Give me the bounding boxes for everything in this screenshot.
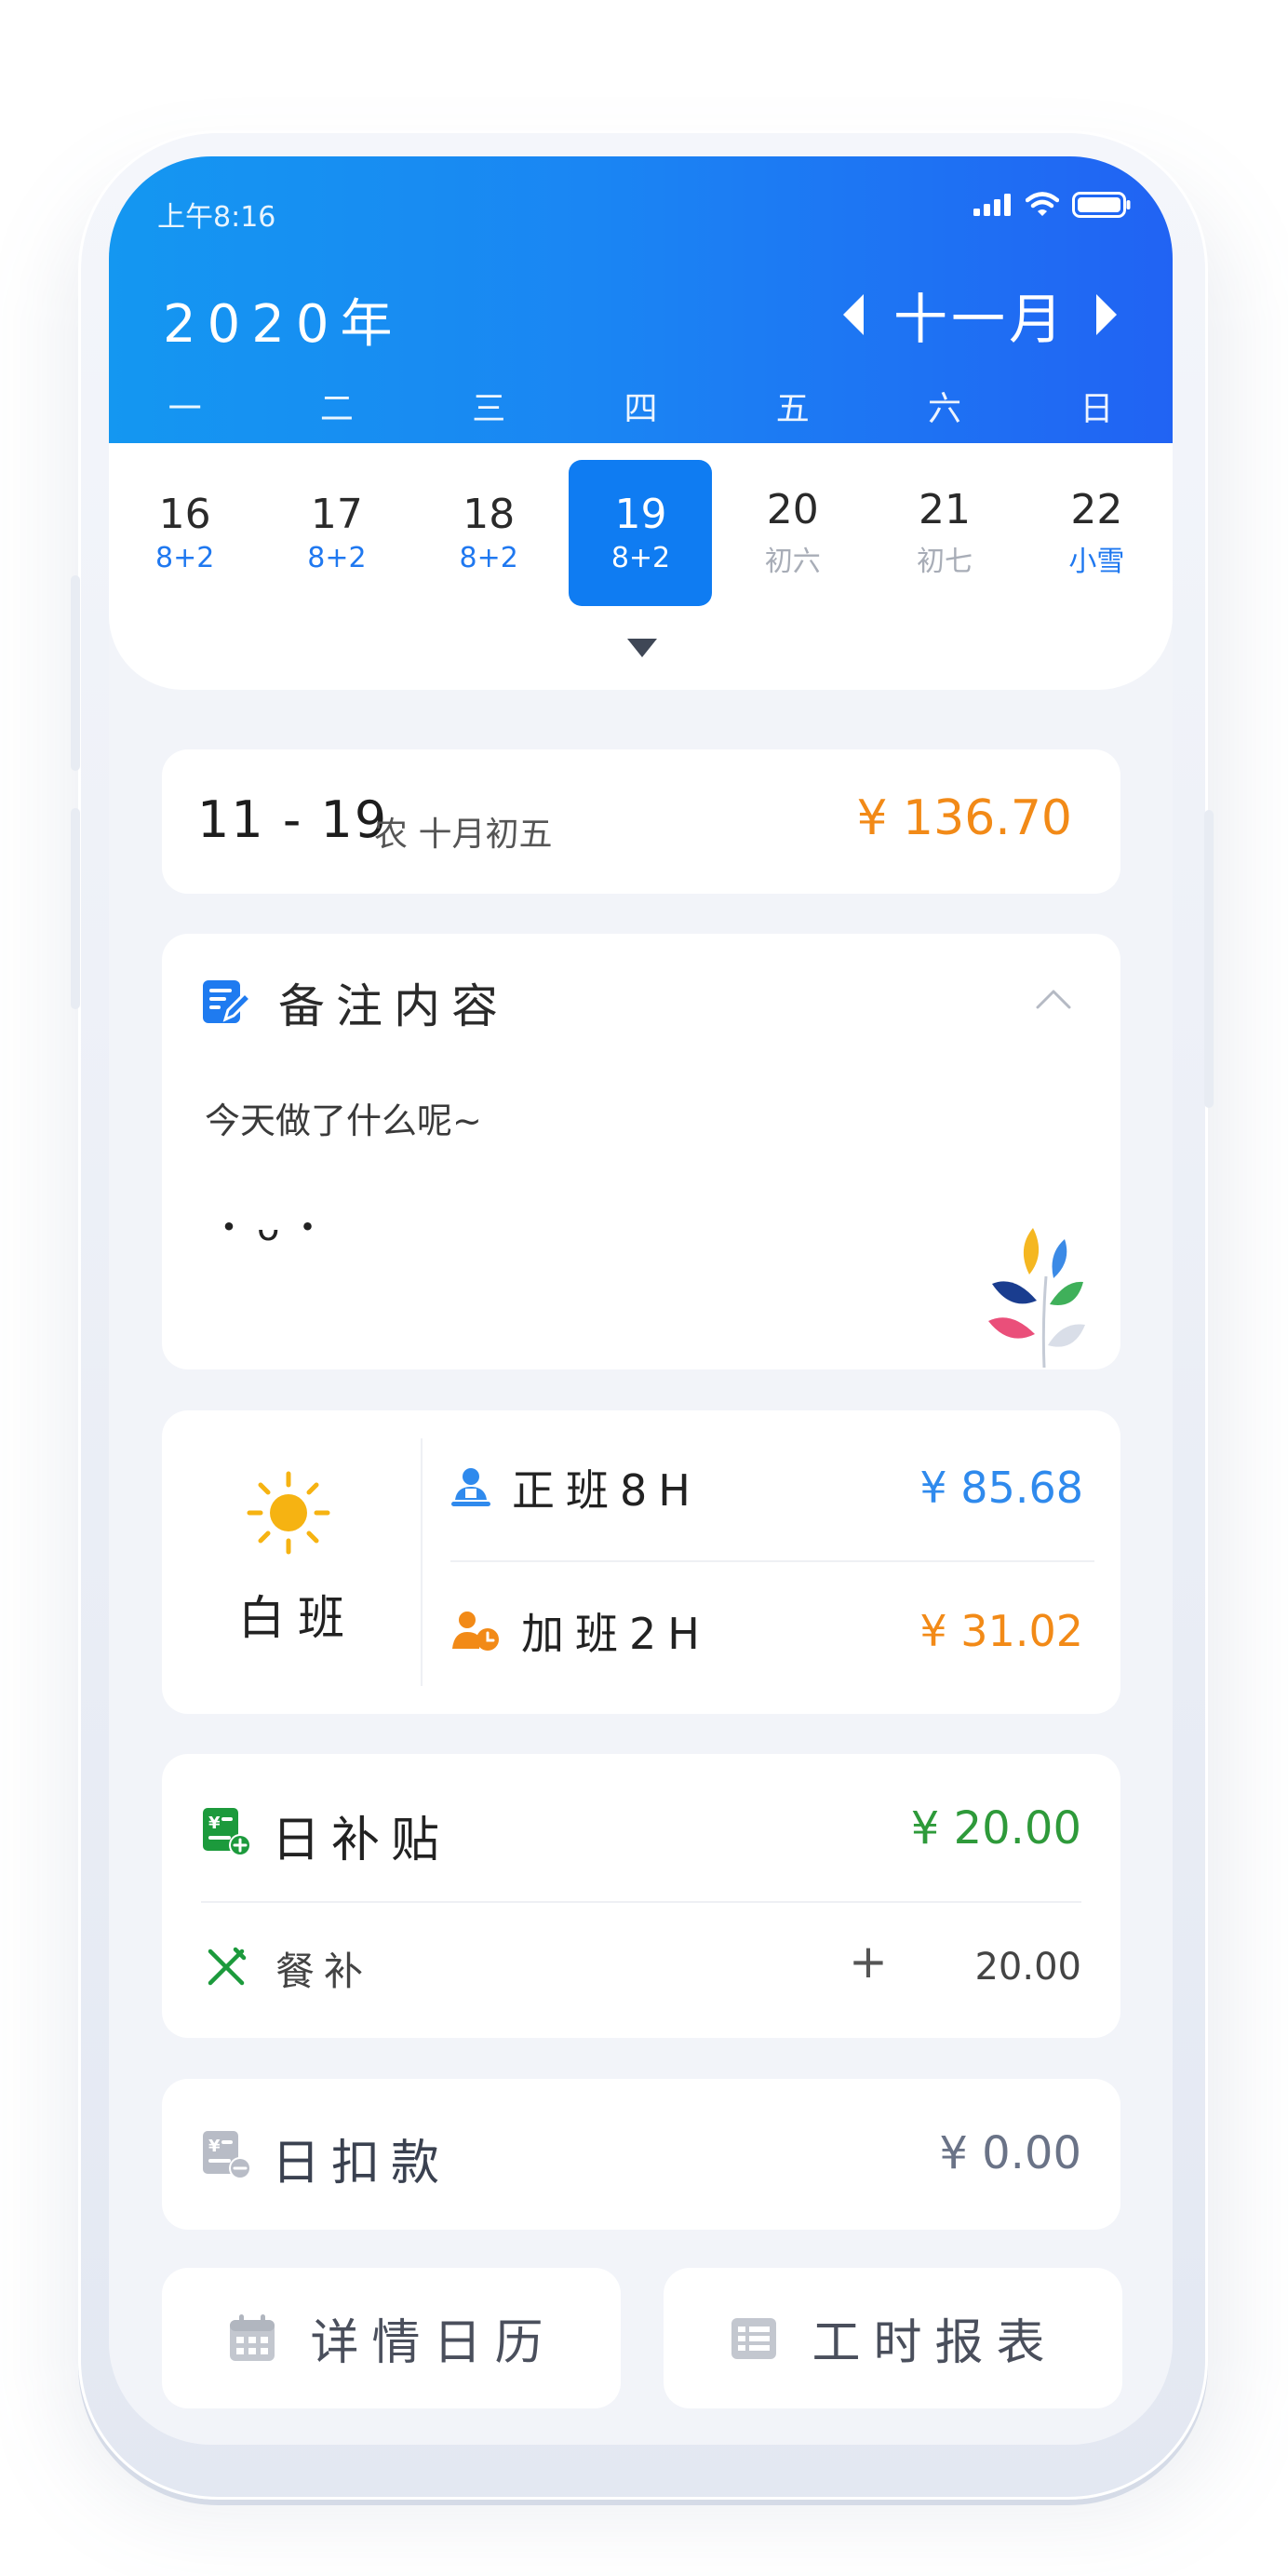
overtime-hours-row[interactable]: 加班2H ¥ 31.02 (450, 1594, 1102, 1668)
triangle-down-icon[interactable] (625, 637, 659, 659)
calendar-icon (230, 2313, 275, 2361)
volume-down-button (71, 808, 80, 1009)
date-summary-card: 11 - 19 农 十月初五 ¥ 136.70 (162, 749, 1120, 894)
chevron-up-icon[interactable] (1035, 988, 1072, 1010)
month-nav: 十一月 (839, 276, 1120, 354)
weekday-sun: 日 (1080, 390, 1114, 428)
regular-hours-amount: ¥ 85.68 (919, 1463, 1083, 1513)
month-label: 十一月 (892, 288, 1067, 351)
detail-calendar-label: 详情日历 (310, 2315, 557, 2371)
wifi-icon (1026, 192, 1059, 216)
day-shift-label: 8+2 (154, 542, 215, 575)
regular-hours-row[interactable]: 正班8H ¥ 85.68 (450, 1450, 1102, 1525)
detail-calendar-button[interactable]: 详情日历 (162, 2268, 621, 2408)
day-number: 18 (463, 490, 516, 538)
day-number: 17 (310, 490, 363, 538)
deduction-title: 日扣款 (272, 2136, 451, 2192)
note-text: 今天做了什么呢~ (205, 1100, 482, 1141)
day-solar-term-label: 小雪 (1068, 545, 1125, 578)
day-cell[interactable]: 21 初七 (868, 460, 1020, 606)
vertical-divider (421, 1438, 423, 1686)
svg-text:¥: ¥ (208, 2137, 221, 2156)
day-shift-label: 8+2 (610, 542, 671, 575)
overtime-hours-label: 加班2H (521, 1609, 711, 1659)
worker-icon (451, 1468, 490, 1506)
allowance-total: ¥ 20.00 (910, 1802, 1081, 1854)
weekday-mon: 一 (168, 390, 202, 428)
week-days: 16 8+2 17 8+2 18 8+2 19 8+2 20 初六 21 初七 … (109, 460, 1173, 606)
day-cell[interactable]: 18 8+2 (413, 460, 565, 606)
day-shift-label: 8+2 (307, 542, 367, 575)
meal-allowance-label: 餐补 (275, 1949, 373, 1994)
row-divider (450, 1560, 1094, 1562)
svg-text:¥: ¥ (208, 1814, 221, 1833)
sun-icon (247, 1471, 330, 1555)
day-cell[interactable]: 22 小雪 (1021, 460, 1173, 606)
power-button (1204, 810, 1214, 1108)
signal-icon (973, 194, 1011, 216)
shift-card[interactable]: 白班 正班8H ¥ 85.68 加班2H ¥ 31.02 (162, 1410, 1120, 1714)
battery-icon (1072, 192, 1131, 218)
deduction-minus-icon: ¥ (203, 2131, 251, 2179)
triangle-left-icon[interactable] (839, 292, 865, 337)
hours-report-button[interactable]: 工时报表 (664, 2268, 1122, 2408)
fork-knife-icon (208, 1947, 247, 1986)
status-icons (973, 192, 1132, 218)
day-total-amount: ¥ 136.70 (856, 790, 1072, 846)
day-number: 20 (766, 486, 819, 534)
weekday-wed: 三 (472, 390, 506, 428)
status-time: 上午8:16 (157, 201, 276, 234)
worker-clock-icon (452, 1612, 499, 1651)
year-label: 2020年 (163, 294, 404, 355)
daily-deduction-card[interactable]: ¥ 日扣款 ¥ 0.00 (162, 2079, 1120, 2230)
day-cell-selected[interactable]: 19 8+2 (565, 460, 717, 606)
table-list-icon (731, 2317, 777, 2359)
allowance-plus-icon: ¥ (203, 1808, 251, 1856)
day-cell[interactable]: 17 8+2 (261, 460, 412, 606)
weekday-row: 一 二 三 四 五 六 日 (109, 382, 1173, 430)
plus-sign: + (849, 1935, 888, 1989)
note-card[interactable]: 备注内容 今天做了什么呢~ ・ᴗ・ (162, 934, 1120, 1369)
daily-allowance-card[interactable]: ¥ 日补贴 ¥ 20.00 餐补 + 20.00 (162, 1754, 1120, 2038)
calendar-header: 上午8:16 2020年 十一月 一 二 三 四 五 六 日 (109, 156, 1173, 443)
note-emoticon: ・ᴗ・ (210, 1207, 336, 1249)
shift-name: 白班 (238, 1591, 357, 1645)
day-shift-label: 8+2 (459, 542, 518, 575)
weekday-sat: 六 (928, 390, 962, 428)
selected-day-highlight: 19 8+2 (569, 460, 713, 606)
selected-date: 11 - 19 (197, 790, 389, 849)
overtime-hours-amount: ¥ 31.02 (919, 1606, 1083, 1656)
leaf-branch-icon (988, 1228, 1085, 1369)
day-lunar-label: 初六 (764, 545, 821, 578)
app-screen: 上午8:16 2020年 十一月 一 二 三 四 五 六 日 16 8+2 17… (109, 156, 1173, 2445)
weekday-tue: 二 (319, 390, 354, 428)
day-number: 21 (919, 486, 972, 534)
deduction-total: ¥ 0.00 (939, 2127, 1081, 2179)
regular-hours-label: 正班8H (512, 1465, 702, 1516)
day-cell[interactable]: 20 初六 (717, 460, 868, 606)
day-number: 16 (158, 490, 211, 538)
volume-up-button (71, 575, 80, 771)
lunar-date: 农 十月初五 (374, 816, 553, 854)
day-cell[interactable]: 16 8+2 (109, 460, 261, 606)
day-number: 22 (1070, 486, 1123, 534)
note-edit-icon (203, 980, 251, 1023)
allowance-title: 日补贴 (272, 1813, 451, 1868)
day-lunar-label: 初七 (917, 545, 973, 578)
meal-allowance-amount: 20.00 (974, 1946, 1081, 1989)
note-title: 备注内容 (278, 979, 509, 1033)
week-date-strip: 16 8+2 17 8+2 18 8+2 19 8+2 20 初六 21 初七 … (109, 443, 1173, 690)
row-divider (201, 1901, 1081, 1903)
day-number: 19 (614, 490, 667, 538)
triangle-right-icon[interactable] (1094, 292, 1120, 337)
hours-report-label: 工时报表 (812, 2315, 1058, 2371)
weekday-thu: 四 (624, 390, 658, 428)
weekday-fri: 五 (775, 390, 810, 428)
